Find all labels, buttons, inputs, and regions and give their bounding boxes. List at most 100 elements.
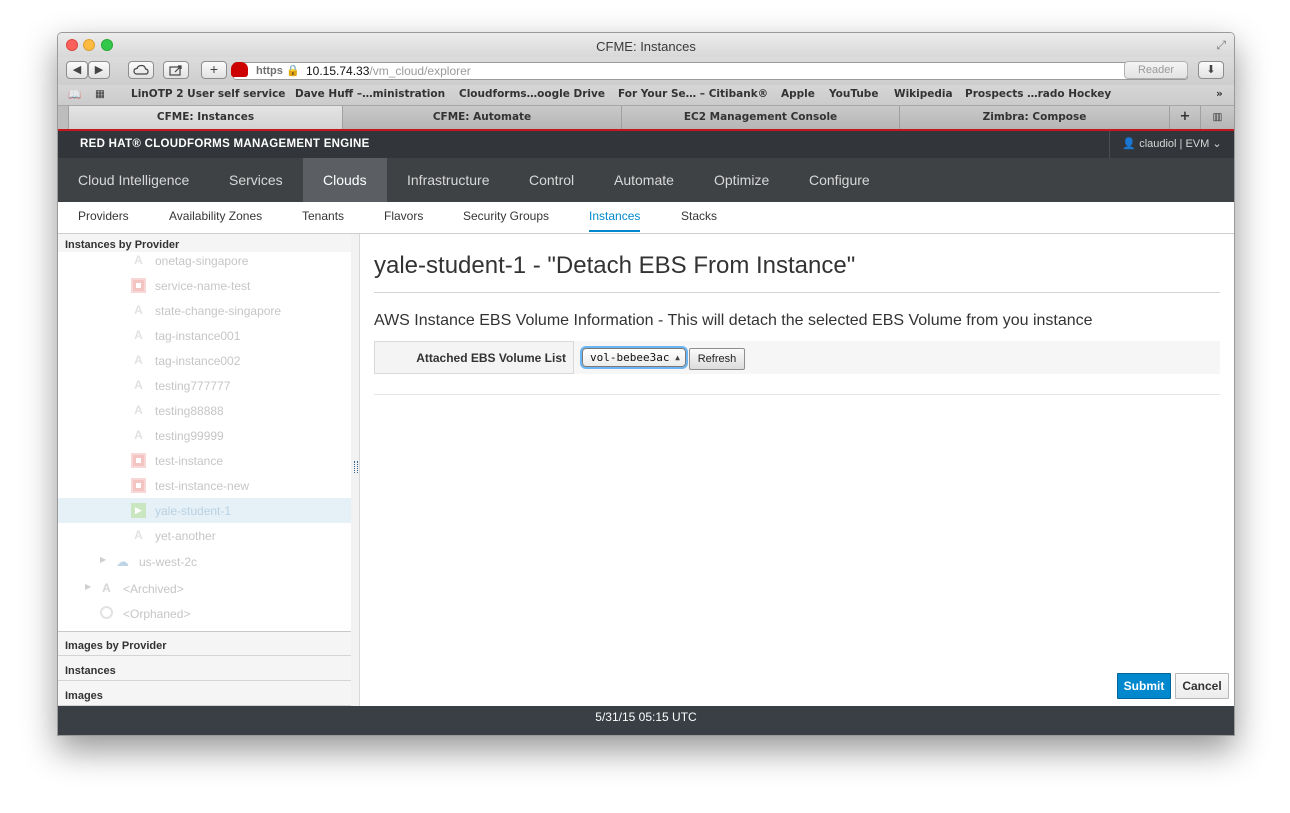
ebs-volume-select[interactable]: vol-bebee3ac ▲ bbox=[582, 348, 686, 367]
archived-icon: A bbox=[102, 581, 111, 595]
browser-toolbar: ◀ ▶ + https 🔒 10.15.74.33/vm_cloud/explo… bbox=[58, 57, 1234, 85]
fullscreen-icon[interactable]: ⤢ bbox=[1216, 38, 1226, 53]
nav-configure[interactable]: Configure bbox=[789, 158, 890, 202]
tree-node-label: state-change-singapore bbox=[155, 304, 282, 318]
share-icon bbox=[169, 65, 182, 76]
tree-node[interactable]: ▶ ☁ us-west-2c bbox=[58, 549, 351, 574]
back-arrow-icon: ◀ bbox=[72, 64, 82, 76]
nav-infrastructure[interactable]: Infrastructure bbox=[387, 158, 509, 202]
new-tab-button[interactable]: + bbox=[201, 61, 227, 79]
stopped-instance-icon bbox=[131, 478, 146, 493]
instance-a-icon: A bbox=[134, 403, 143, 417]
subnav-availability-zones[interactable]: Availability Zones bbox=[169, 202, 262, 232]
tab-overview-icon[interactable]: ▥ bbox=[1200, 106, 1234, 129]
instance-a-icon: A bbox=[134, 328, 143, 342]
instance-a-icon: A bbox=[134, 428, 143, 442]
accordion-images-by-provider[interactable]: Images by Provider bbox=[58, 632, 351, 656]
nav-clouds[interactable]: Clouds bbox=[303, 158, 387, 202]
subnav-security-groups[interactable]: Security Groups bbox=[463, 202, 549, 232]
tree-node[interactable]: A yet-another bbox=[58, 523, 351, 548]
nav-control[interactable]: Control bbox=[509, 158, 594, 202]
address-bar[interactable]: https 🔒 10.15.74.33/vm_cloud/explorer ↻ bbox=[231, 62, 1188, 80]
browser-tab[interactable]: EC2 Management Console bbox=[621, 106, 899, 129]
instance-a-icon: A bbox=[134, 253, 143, 267]
share-button[interactable] bbox=[163, 61, 189, 79]
tree-node-selected[interactable]: ▶ yale-student-1 bbox=[58, 498, 351, 523]
select-arrows-icon: ▲ bbox=[675, 353, 680, 362]
url-text[interactable]: 10.15.74.33/vm_cloud/explorer bbox=[306, 63, 471, 79]
tree-node-label: service-name-test bbox=[155, 279, 251, 293]
instance-a-icon: A bbox=[134, 303, 143, 317]
tree-node[interactable]: A onetag-singapore bbox=[58, 252, 351, 273]
tree-node[interactable]: test-instance-new bbox=[58, 473, 351, 498]
subnav-flavors[interactable]: Flavors bbox=[384, 202, 423, 232]
tree-node-label: <Orphaned> bbox=[123, 607, 191, 621]
sidebar-resize-handle[interactable] bbox=[351, 234, 360, 706]
tree-node[interactable]: test-instance bbox=[58, 448, 351, 473]
tree-node[interactable]: A testing777777 bbox=[58, 373, 351, 398]
instance-a-icon: A bbox=[134, 353, 143, 367]
submit-button[interactable]: Submit bbox=[1117, 673, 1171, 699]
bookmark-item[interactable]: YouTube bbox=[829, 88, 878, 100]
provider-tree[interactable]: A onetag-singapore service-name-test A s… bbox=[58, 252, 351, 632]
redhat-favicon-icon bbox=[231, 62, 248, 77]
bookmark-item[interactable]: Prospects …rado Hockey bbox=[965, 88, 1111, 100]
tree-node[interactable]: ▶ A <Archived> bbox=[58, 576, 351, 601]
tree-node[interactable]: A testing88888 bbox=[58, 398, 351, 423]
new-tab-plus-icon[interactable]: + bbox=[1169, 106, 1200, 129]
bookmark-item[interactable]: Dave Huff –…ministration bbox=[295, 88, 445, 100]
accordion-instances[interactable]: Instances bbox=[58, 657, 351, 681]
nav-cloud-intelligence[interactable]: Cloud Intelligence bbox=[58, 158, 209, 202]
bookmark-item[interactable]: LinOTP 2 User self service bbox=[131, 88, 285, 100]
subnav-tenants[interactable]: Tenants bbox=[302, 202, 344, 232]
browser-tab[interactable]: CFME: Automate bbox=[342, 106, 621, 129]
cancel-button[interactable]: Cancel bbox=[1175, 673, 1229, 699]
tree-node[interactable]: A tag-instance001 bbox=[58, 323, 351, 348]
subnav-stacks[interactable]: Stacks bbox=[681, 202, 717, 232]
tree-node[interactable]: A testing99999 bbox=[58, 423, 351, 448]
reading-list-icon[interactable]: 📖 bbox=[68, 88, 81, 101]
tree-node[interactable]: A tag-instance002 bbox=[58, 348, 351, 373]
top-sites-icon[interactable]: ▦ bbox=[95, 88, 105, 100]
accordion-images[interactable]: Images bbox=[58, 682, 351, 706]
tree-node-label: tag-instance002 bbox=[155, 354, 241, 368]
tree-node-label: testing88888 bbox=[155, 404, 224, 418]
stopped-instance-icon bbox=[131, 453, 146, 468]
tree-node-label: tag-instance001 bbox=[155, 329, 241, 343]
user-icon: 👤 bbox=[1122, 138, 1137, 150]
tree-node-label: <Archived> bbox=[123, 582, 184, 596]
tree-node[interactable]: service-name-test bbox=[58, 273, 351, 298]
expand-caret-icon[interactable]: ▶ bbox=[85, 582, 91, 591]
tree-node[interactable]: <Orphaned> bbox=[58, 601, 351, 626]
subnav-instances[interactable]: Instances bbox=[589, 202, 641, 232]
downloads-button[interactable]: ⬇ bbox=[1198, 61, 1224, 79]
reader-button[interactable]: Reader bbox=[1124, 61, 1188, 79]
bookmark-item[interactable]: Apple bbox=[781, 88, 815, 100]
nav-automate[interactable]: Automate bbox=[594, 158, 694, 202]
user-menu[interactable]: 👤 claudiol | EVM ⌄ bbox=[1109, 131, 1234, 158]
forward-button[interactable]: ▶ bbox=[88, 61, 110, 79]
browser-tab[interactable]: CFME: Instances bbox=[68, 106, 342, 129]
bookmark-item[interactable]: Cloudforms…oogle Drive bbox=[459, 88, 605, 100]
ebs-volume-selected-value: vol-bebee3ac bbox=[590, 351, 670, 364]
bookmark-item[interactable]: Wikipedia bbox=[894, 88, 953, 100]
browser-tab[interactable]: Zimbra: Compose bbox=[899, 106, 1169, 129]
footer-timestamp: 5/31/15 05:15 UTC bbox=[595, 710, 697, 724]
expand-caret-icon[interactable]: ▶ bbox=[100, 555, 106, 564]
tree-node-label: yet-another bbox=[155, 529, 216, 543]
nav-optimize[interactable]: Optimize bbox=[694, 158, 789, 202]
back-button[interactable]: ◀ bbox=[66, 61, 88, 79]
nav-services[interactable]: Services bbox=[209, 158, 303, 202]
grip-icon bbox=[354, 461, 358, 473]
more-bookmarks-icon[interactable]: » bbox=[1216, 88, 1223, 100]
product-brand: RED HAT® CLOUDFORMS MANAGEMENT ENGINE bbox=[80, 138, 370, 150]
section-title: AWS Instance EBS Volume Information - Th… bbox=[374, 312, 1093, 329]
forward-arrow-icon: ▶ bbox=[94, 64, 104, 76]
icloud-tabs-button[interactable] bbox=[128, 61, 154, 79]
subnav-providers[interactable]: Providers bbox=[78, 202, 129, 232]
tree-node[interactable]: A state-change-singapore bbox=[58, 298, 351, 323]
refresh-button[interactable]: Refresh bbox=[689, 348, 745, 370]
bookmark-item[interactable]: For Your Se… – Citibank® bbox=[618, 88, 768, 100]
accordion-instances-by-provider[interactable]: Instances by Provider bbox=[58, 234, 351, 254]
user-name: claudiol | EVM bbox=[1139, 138, 1210, 150]
